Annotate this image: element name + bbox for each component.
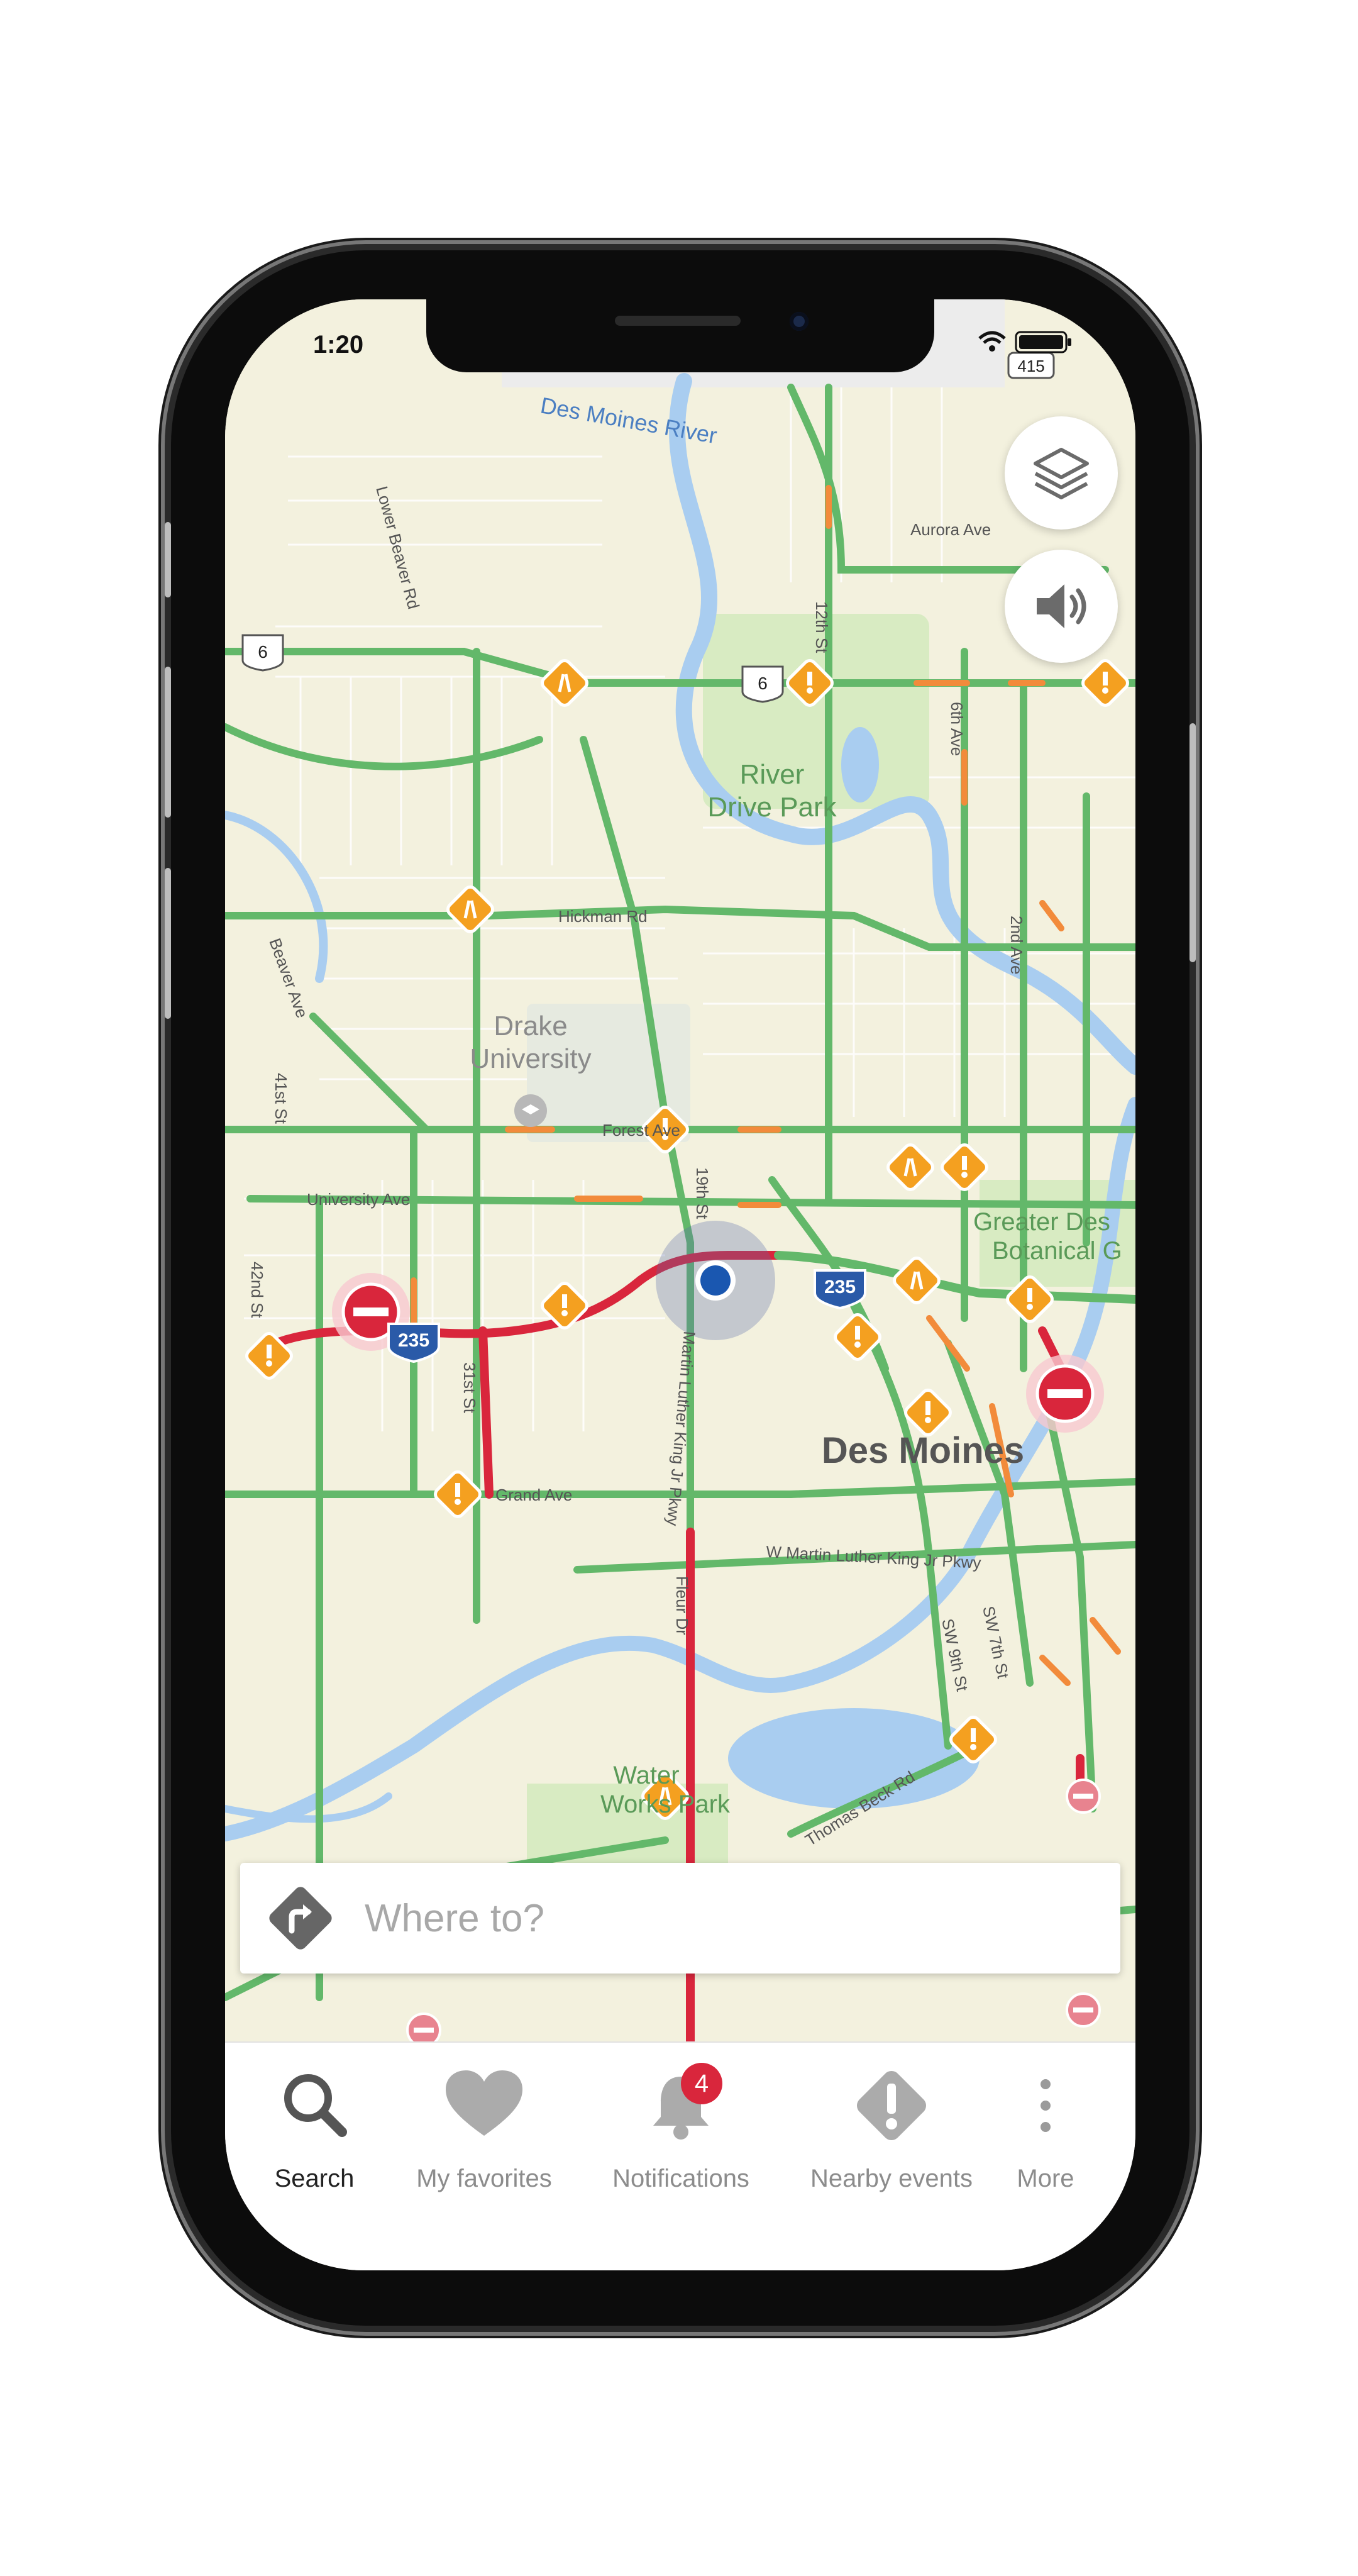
phone-side-button — [165, 522, 171, 597]
park-label: Drive Park — [707, 792, 837, 823]
bell-icon: 4 — [637, 2062, 725, 2150]
street-label: 42nd St — [248, 1262, 267, 1318]
traffic-map[interactable]: 235 235 6 6 415 Des Moines River River D… — [225, 299, 1135, 2041]
road-closed-icon — [1026, 1355, 1104, 1433]
phone-side-button — [1190, 723, 1196, 962]
street-label: 41st St — [272, 1073, 290, 1124]
phone-side-button — [165, 667, 171, 818]
tab-label: More — [1017, 2165, 1074, 2192]
poi-label: Botanical G — [992, 1237, 1122, 1265]
street-label: University Ave — [307, 1190, 410, 1209]
street-label: Aurora Ave — [910, 520, 991, 539]
battery-icon — [1015, 331, 1071, 353]
park-label: River — [740, 759, 805, 790]
search-icon — [270, 2062, 358, 2150]
speaker-icon — [1037, 584, 1086, 628]
us-route-shield-label: 6 — [258, 642, 268, 662]
street-label: 6th Ave — [947, 702, 966, 756]
poi-label: Water — [613, 1762, 679, 1789]
tab-label: Notifications — [612, 2165, 749, 2192]
map-canvas[interactable]: 235 235 6 6 415 Des Moines River River D… — [225, 299, 1135, 2041]
university-pin-icon[interactable] — [514, 1094, 547, 1127]
where-to-search-bar[interactable] — [240, 1863, 1120, 1974]
street-label: Forest Ave — [602, 1121, 680, 1140]
tab-notifications[interactable]: 4 Notifications — [593, 2062, 769, 2219]
pond — [841, 727, 879, 802]
road-closed-icon — [1066, 1992, 1101, 2028]
notification-count-badge: 4 — [681, 2063, 722, 2104]
street-label: 31st St — [460, 1362, 479, 1414]
more-vertical-icon — [1002, 2062, 1090, 2150]
tab-label: Search — [274, 2165, 355, 2192]
tab-label: My favorites — [416, 2165, 552, 2192]
state-route-shield-label: 415 — [1017, 357, 1044, 375]
audio-button[interactable] — [1005, 550, 1118, 663]
tab-search[interactable]: Search — [226, 2062, 402, 2219]
road-closed-icon — [406, 2012, 441, 2041]
phone-screen: 235 235 6 6 415 Des Moines River River D… — [225, 299, 1135, 2270]
poi-label: Greater Des — [973, 1208, 1110, 1236]
directions-icon — [269, 1887, 332, 1950]
tab-label: Nearby events — [810, 2165, 973, 2192]
layers-icon — [1034, 448, 1089, 499]
tab-nearby-events[interactable]: Nearby events — [803, 2062, 980, 2219]
city-label: Des Moines — [822, 1430, 1024, 1471]
street-label: 2nd Ave — [1007, 916, 1026, 975]
status-icons — [977, 330, 1073, 355]
tab-more[interactable]: More — [958, 2062, 1134, 2219]
phone-notch — [426, 299, 934, 372]
interstate-shield-label: 235 — [398, 1330, 429, 1351]
phone-camera — [790, 312, 809, 331]
poi-label: Drake — [494, 1011, 567, 1041]
phone-side-button — [165, 868, 171, 1019]
street-label: 12th St — [812, 601, 831, 653]
poi-label: University — [470, 1043, 591, 1074]
street-label: Fleur Dr — [673, 1576, 692, 1635]
where-to-input[interactable] — [363, 1895, 1057, 1941]
wifi-icon — [978, 331, 1006, 352]
bottom-tab-bar: Search My favorites 4 Notifications Near… — [225, 2041, 1135, 2270]
lake — [728, 1708, 980, 1809]
tab-my-favorites[interactable]: My favorites — [396, 2062, 572, 2219]
layers-button[interactable] — [1005, 416, 1118, 530]
current-location-marker[interactable] — [656, 1221, 775, 1340]
street-label: Hickman Rd — [558, 907, 648, 926]
status-time: 1:20 — [313, 331, 364, 358]
interstate-shield-label: 235 — [824, 1277, 856, 1297]
us-route-shield-label: 6 — [758, 674, 768, 693]
poi-label: Works Park — [600, 1790, 731, 1818]
road-closed-icon — [1066, 1779, 1101, 1814]
street-label: 19th St — [693, 1167, 712, 1219]
street-label: Grand Ave — [495, 1485, 572, 1504]
warning-icon — [847, 2062, 936, 2150]
phone-speaker — [615, 316, 741, 326]
heart-icon — [440, 2062, 528, 2150]
